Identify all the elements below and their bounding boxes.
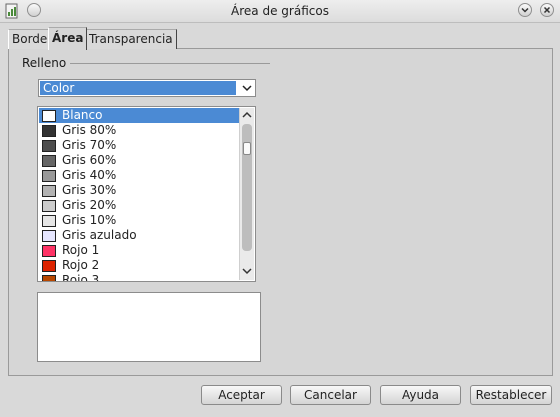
list-item[interactable]: Gris 40%	[39, 168, 239, 183]
color-name: Gris 10%	[62, 213, 117, 227]
color-name: Rojo 3	[62, 273, 100, 282]
window-title: Área de gráficos	[231, 4, 329, 18]
color-list-items: Blanco Gris 80% Gris 70% Gris 60% Gris 40% Gr…	[39, 108, 239, 282]
group-divider	[70, 63, 270, 64]
tab-label: Borde	[12, 32, 48, 46]
color-name: Gris 80%	[62, 123, 117, 137]
tab-label: Transparencia	[89, 32, 173, 46]
tab-area[interactable]: Área	[48, 27, 88, 50]
color-name: Gris 40%	[62, 168, 117, 182]
color-swatch	[42, 230, 56, 242]
list-item[interactable]: Gris 20%	[39, 198, 239, 213]
list-item[interactable]: Blanco	[39, 108, 239, 123]
list-item[interactable]: Gris 60%	[39, 153, 239, 168]
list-item[interactable]: Gris 10%	[39, 213, 239, 228]
close-icon	[543, 6, 551, 14]
title-bar: Área de gráficos	[0, 0, 560, 23]
list-item[interactable]: Rojo 2	[39, 258, 239, 273]
color-name: Gris 70%	[62, 138, 117, 152]
cancel-button[interactable]: Cancelar	[290, 385, 371, 405]
list-item[interactable]: Gris 80%	[39, 123, 239, 138]
color-swatch	[42, 275, 56, 281]
color-swatch	[42, 185, 56, 197]
list-item[interactable]: Gris 30%	[39, 183, 239, 198]
color-name: Rojo 2	[62, 258, 100, 272]
color-swatch	[42, 155, 56, 167]
fill-type-value: Color	[40, 81, 236, 95]
tab-label: Área	[52, 31, 84, 45]
list-item[interactable]: Gris azulado	[39, 228, 239, 243]
chevron-up-icon	[242, 111, 252, 118]
color-name: Gris azulado	[62, 228, 137, 242]
color-swatch	[42, 110, 56, 122]
scroll-up-button[interactable]	[240, 108, 254, 122]
color-swatch	[42, 200, 56, 212]
color-swatch	[42, 170, 56, 182]
chevron-down-icon	[242, 268, 252, 275]
color-list-scrollbar[interactable]	[239, 108, 254, 280]
help-button[interactable]: Ayuda	[380, 385, 461, 405]
reset-button[interactable]: Restablecer	[470, 385, 552, 405]
tab-borde[interactable]: Borde	[8, 29, 52, 49]
color-name: Gris 20%	[62, 198, 117, 212]
chevron-down-icon	[242, 85, 252, 92]
close-button[interactable]	[540, 3, 554, 17]
fill-group-label: Relleno	[22, 56, 67, 70]
list-item[interactable]: Rojo 3	[39, 273, 239, 282]
list-item[interactable]: Rojo 1	[39, 243, 239, 258]
color-swatch	[42, 215, 56, 227]
color-name: Gris 30%	[62, 183, 117, 197]
scroll-thumb[interactable]	[243, 142, 251, 155]
color-swatch	[42, 260, 56, 272]
color-swatch	[42, 245, 56, 257]
color-swatch	[42, 140, 56, 152]
chevron-down-icon	[521, 7, 529, 13]
fill-type-select[interactable]: Color	[38, 79, 256, 97]
minimize-button[interactable]	[518, 3, 532, 17]
scroll-down-button[interactable]	[240, 264, 254, 278]
tab-transparencia[interactable]: Transparencia	[85, 29, 177, 49]
color-name: Blanco	[62, 108, 103, 122]
list-item[interactable]: Gris 70%	[39, 138, 239, 153]
fill-preview	[37, 292, 261, 362]
color-name: Gris 60%	[62, 153, 117, 167]
scroll-track[interactable]	[242, 124, 252, 251]
color-name: Rojo 1	[62, 243, 100, 257]
color-list[interactable]: Blanco Gris 80% Gris 70% Gris 60% Gris 40% Gr…	[37, 106, 256, 282]
color-swatch	[42, 125, 56, 137]
ok-button[interactable]: Aceptar	[201, 385, 282, 405]
